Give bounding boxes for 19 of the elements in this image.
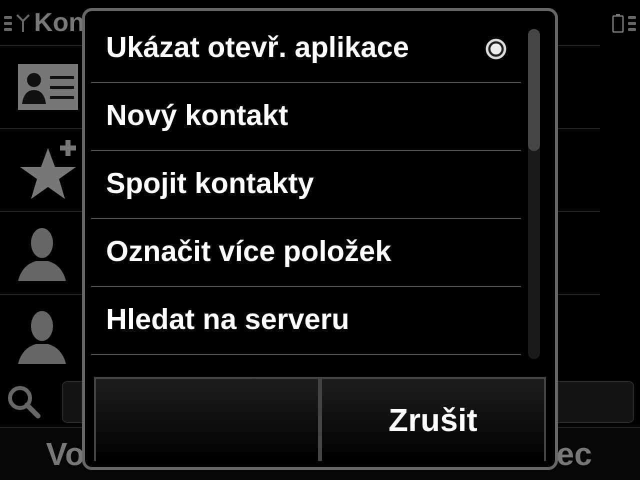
scrollbar[interactable] xyxy=(528,29,540,359)
menu-icon[interactable] xyxy=(4,14,12,32)
softkey[interactable]: ec xyxy=(556,436,592,472)
menu-item[interactable]: Nový kontakt xyxy=(91,83,521,151)
app-title: Kon xyxy=(34,7,85,38)
person-icon[interactable] xyxy=(18,308,66,364)
search-icon[interactable] xyxy=(6,384,42,420)
battery-icon xyxy=(612,12,624,32)
dialog-button[interactable]: Zrušit xyxy=(320,377,546,461)
person-icon[interactable] xyxy=(18,225,66,281)
contact-card-icon[interactable] xyxy=(18,64,78,110)
radio-button[interactable] xyxy=(485,38,507,60)
antenna-icon xyxy=(16,12,30,32)
menu-item[interactable]: Označit více položek xyxy=(91,219,521,287)
menu-icon[interactable] xyxy=(628,14,636,32)
dialog-button[interactable] xyxy=(94,377,320,461)
menu-item[interactable]: Hledat na serveru xyxy=(91,287,521,355)
menu-item[interactable]: Spojit kontakty xyxy=(91,151,521,219)
menu-item[interactable]: Ukázat otevř. aplikace xyxy=(91,15,521,83)
